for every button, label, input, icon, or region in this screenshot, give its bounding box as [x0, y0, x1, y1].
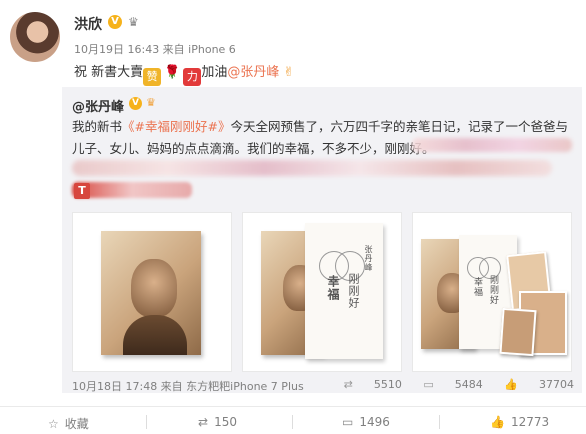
zan-sticker-icon: 赞	[143, 68, 162, 86]
repost-text-a: 我的新书	[72, 119, 123, 134]
like-label: 12773	[510, 415, 550, 429]
portrait	[131, 259, 177, 317]
favorite-label: 收藏	[64, 417, 89, 431]
t-icon: T	[74, 183, 90, 199]
book-title-a: 幸福	[472, 277, 482, 297]
divider	[439, 415, 440, 429]
star-icon: ☆	[48, 417, 59, 431]
verified-icon: V	[129, 97, 142, 110]
verified-icon: V	[108, 15, 122, 29]
li-sticker-icon: 力	[183, 68, 202, 86]
post-meta: 10月19日 16:43 来自 iPhone 6	[74, 43, 236, 56]
photo-card	[499, 307, 537, 357]
divider	[146, 415, 147, 429]
comment-count[interactable]: ▭ 5484	[423, 378, 482, 391]
hashtag-link[interactable]: 《#幸福刚刚好#》	[122, 119, 230, 134]
divider	[292, 415, 293, 429]
action-bar: ☆ 收藏 ⇄ 150 ▭ 1496 👍 12773	[0, 406, 586, 434]
book-title-a: 幸福	[326, 275, 340, 301]
repost-author[interactable]: @张丹峰	[72, 96, 124, 115]
post-text-prefix: 祝 新書大賣	[74, 65, 144, 80]
like-count-label: 37704	[539, 378, 574, 391]
comment-icon: ▭	[423, 378, 434, 391]
thumbs-up-icon: 👍	[490, 415, 505, 429]
post-text: 祝 新書大賣赞 🌹 力加油@张丹峰 ✌	[74, 61, 294, 86]
post-text-mid: 加油	[201, 65, 228, 80]
repost-button[interactable]: ⇄ 150	[198, 415, 237, 429]
victory-hand-icon: ✌	[283, 65, 295, 80]
blurred-text	[72, 160, 552, 176]
vip-icon: ♛	[146, 96, 156, 109]
repost-meta: 10月18日 17:48 来自 东方粑粑iPhone 7 Plus	[72, 380, 304, 393]
book-cover-front: 幸福 刚刚好 张丹峰	[305, 223, 383, 359]
book-author: 张丹峰	[364, 245, 373, 272]
favorite-button[interactable]: ☆ 收藏	[48, 415, 89, 432]
photo-thumbnail-1[interactable]	[72, 212, 232, 372]
author-name[interactable]: 洪欣	[74, 14, 102, 34]
comment-count-label: 5484	[454, 378, 483, 391]
mention-link[interactable]: @张丹峰	[227, 65, 279, 80]
blurred-text	[72, 182, 192, 198]
shoulders	[123, 315, 187, 355]
rose-icon: 🌹	[164, 65, 181, 80]
repost-count-label: 5510	[373, 378, 402, 391]
comment-icon: ▭	[342, 415, 354, 429]
like-count[interactable]: 👍 37704	[504, 378, 574, 391]
repost-stats: ⇄ 5510 ▭ 5484 👍 37704	[326, 378, 574, 391]
avatar[interactable]	[10, 12, 60, 62]
photo-thumbnail-3[interactable]: 幸福 刚刚好	[412, 212, 572, 372]
repost-icon: ⇄	[343, 378, 353, 391]
repost-count[interactable]: ⇄ 5510	[344, 378, 402, 391]
crown-icon: ♛	[128, 15, 139, 29]
blurred-text	[412, 138, 572, 152]
like-button[interactable]: 👍 12773	[490, 415, 549, 429]
photo-thumbnail-2[interactable]: 幸福 刚刚好 张丹峰	[242, 212, 402, 372]
thumbs-up-icon: 👍	[504, 378, 518, 391]
book-title-b: 刚刚好	[347, 273, 360, 309]
comment-button[interactable]: ▭ 1496	[342, 415, 390, 429]
book-title-b: 刚刚好	[488, 275, 498, 305]
repost-label: 150	[214, 415, 237, 429]
book-cover	[101, 231, 201, 355]
repost-icon: ⇄	[198, 415, 209, 429]
repost-card[interactable]: @张丹峰 V ♛ 我的新书《#幸福刚刚好#》今天全网预售了，六万四千字的亲笔日记…	[62, 87, 582, 393]
comment-label: 1496	[359, 415, 390, 429]
